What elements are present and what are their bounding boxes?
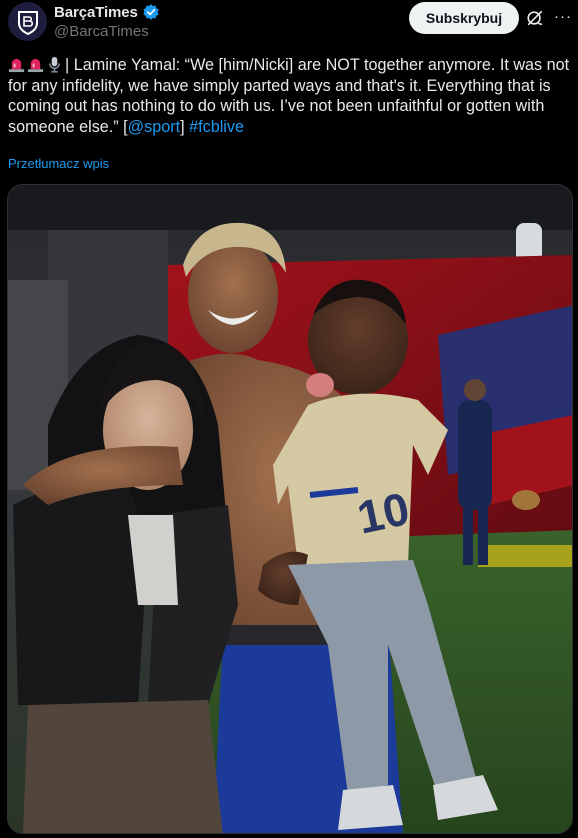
- rotating-light-icon: [8, 56, 25, 73]
- subscribe-button[interactable]: Subskrybuj: [409, 2, 519, 34]
- rotating-light-icon: [27, 56, 44, 73]
- tweet-header: BarçaTimes @BarcaTimes Subskrybuj ···: [0, 0, 578, 52]
- mention-link[interactable]: @sport: [128, 118, 180, 136]
- name-row: BarçaTimes: [54, 3, 160, 21]
- barca-times-logo-icon: [17, 10, 38, 35]
- tweet-body-tail: ]: [180, 118, 190, 137]
- tweet-photo[interactable]: 10: [7, 184, 573, 834]
- microphone-icon: [46, 56, 63, 73]
- grok-icon[interactable]: [525, 8, 545, 28]
- translate-link[interactable]: Przetłumacz wpis: [8, 156, 109, 171]
- display-name[interactable]: BarçaTimes: [54, 4, 138, 21]
- hashtag-link[interactable]: #fcblive: [189, 118, 244, 136]
- avatar[interactable]: [8, 2, 47, 41]
- verified-badge-icon: [142, 3, 160, 21]
- tweet-text: | Lamine Yamal: “We [him/Nicki] are NOT …: [8, 55, 570, 138]
- more-options-icon[interactable]: ···: [553, 6, 573, 26]
- photo-image: 10: [8, 185, 572, 833]
- tweet-body: | Lamine Yamal: “We [him/Nicki] are NOT …: [8, 56, 570, 137]
- handle[interactable]: @BarcaTimes: [54, 23, 149, 40]
